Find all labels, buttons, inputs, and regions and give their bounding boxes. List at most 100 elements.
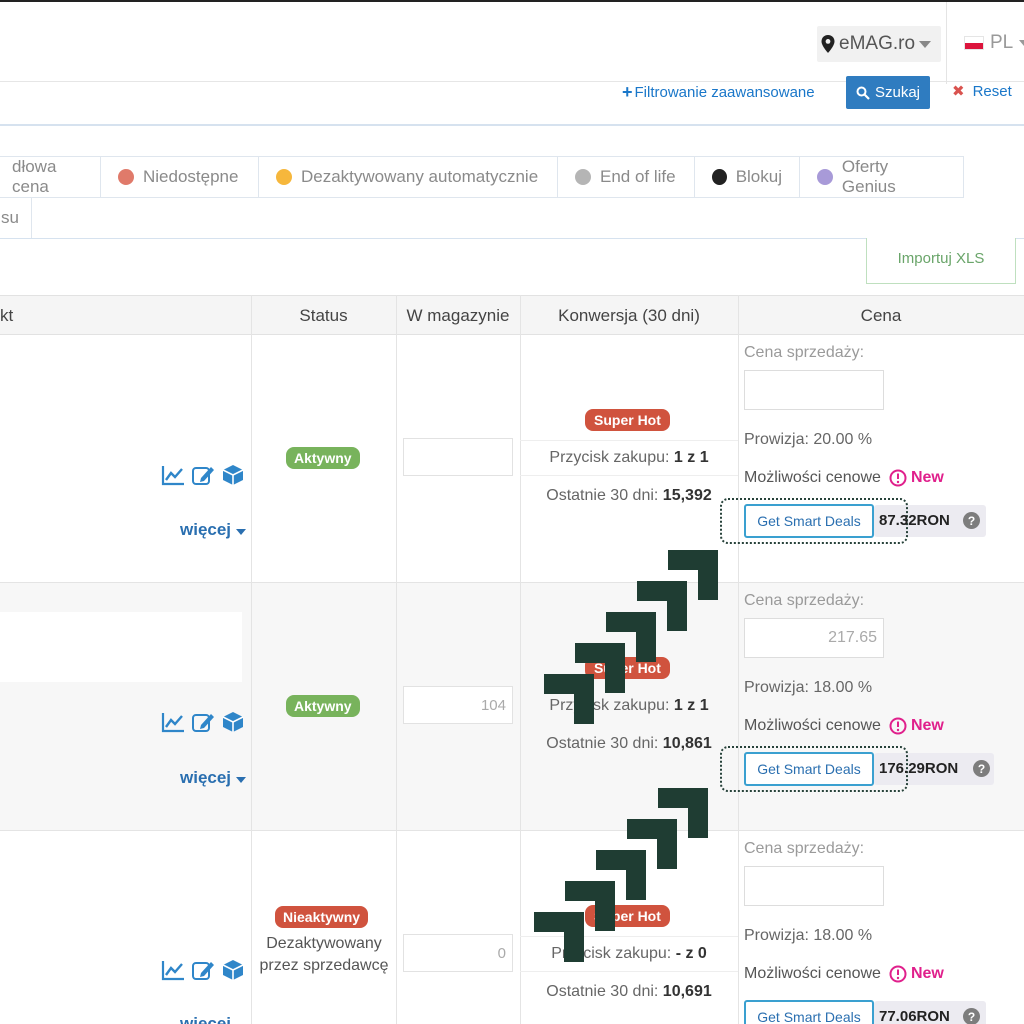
- import-xls-button[interactable]: Importuj XLS: [866, 238, 1016, 284]
- new-label: New: [910, 717, 944, 734]
- package-icon[interactable]: [221, 711, 245, 733]
- sale-price-input[interactable]: [744, 370, 884, 410]
- chevron-down-icon: [919, 40, 932, 48]
- divider: [251, 295, 252, 1024]
- divider: [396, 295, 397, 1024]
- legend-item-auto-deactivated[interactable]: Dezaktywowany automatycznie: [258, 156, 558, 198]
- price-opportunities-label: Możliwości cenowe: [744, 965, 881, 982]
- buy-button-value: - z 0: [675, 945, 707, 962]
- row-actions: [161, 711, 245, 733]
- chart-icon[interactable]: [161, 959, 185, 981]
- sale-price-input[interactable]: [744, 866, 884, 906]
- chart-icon[interactable]: [161, 464, 185, 486]
- help-icon[interactable]: ?: [963, 512, 980, 529]
- poland-flag-icon: [964, 36, 984, 50]
- search-button[interactable]: Szukaj: [846, 76, 930, 109]
- advanced-filter-link[interactable]: + Filtrowanie zaawansowane: [622, 82, 815, 103]
- column-header-status[interactable]: Status: [251, 296, 396, 336]
- column-header-product[interactable]: kt: [0, 296, 251, 336]
- commission: Prowizja: 20.00 %: [744, 431, 873, 448]
- smart-deal-price: 176.29RON: [879, 760, 959, 777]
- smart-deal-price: 87.32RON: [879, 512, 950, 529]
- chart-icon[interactable]: [161, 711, 185, 733]
- stock-input[interactable]: 104: [403, 686, 513, 724]
- legend-item-end-of-life[interactable]: End of life: [557, 156, 695, 198]
- legend-label: Dezaktywowany automatycznie: [301, 167, 539, 186]
- last-30-days-value: 15,392: [662, 487, 712, 504]
- buy-button-share: Przycisk zakupu: - z 0: [520, 936, 738, 972]
- sale-price-label: Cena sprzedaży:: [744, 592, 865, 609]
- legend-item-unavailable[interactable]: Niedostępne: [100, 156, 259, 198]
- column-header-stock[interactable]: W magazynie: [396, 296, 520, 336]
- status-dot-icon: [276, 169, 292, 185]
- divider: [0, 124, 1024, 126]
- divider: [946, 2, 947, 84]
- more-dropdown[interactable]: więcej: [180, 520, 247, 540]
- sale-price-label: Cena sprzedaży:: [744, 840, 865, 857]
- last-30-days-value: 10,691: [662, 983, 712, 1000]
- package-icon[interactable]: [221, 464, 245, 486]
- get-smart-deals-button[interactable]: Get Smart Deals: [744, 752, 874, 786]
- legend-item-regular-price[interactable]: dłowa cena: [0, 156, 101, 198]
- package-icon[interactable]: [221, 959, 245, 981]
- last-30-days-label: Ostatnie 30 dni:: [546, 735, 659, 752]
- buy-button-value: 1 z 1: [673, 449, 709, 466]
- buy-button-value: 1 z 1: [673, 697, 709, 714]
- stock-input[interactable]: 0: [403, 934, 513, 972]
- chevron-down-icon: [1019, 40, 1024, 46]
- get-smart-deals-button[interactable]: Get Smart Deals: [744, 504, 874, 538]
- language-selector[interactable]: PL: [964, 32, 1024, 54]
- edit-icon[interactable]: [191, 959, 215, 981]
- sale-price-label: Cena sprzedaży:: [744, 344, 865, 361]
- commission: Prowizja: 18.00 %: [744, 927, 873, 944]
- column-header-price[interactable]: Cena: [738, 296, 1024, 336]
- new-label: New: [910, 469, 944, 486]
- row-actions: [161, 959, 245, 981]
- more-dropdown[interactable]: więcej: [180, 1014, 231, 1024]
- last-30-days: Ostatnie 30 dni: 10,691: [520, 983, 738, 1001]
- chevron-down-icon: [236, 528, 247, 535]
- legend-item-more[interactable]: su: [0, 197, 32, 239]
- plus-icon: +: [622, 82, 633, 102]
- price-opportunities: Możliwości cenowe New: [744, 965, 944, 983]
- import-xls-label: Importuj XLS: [897, 250, 985, 267]
- price-opportunities: Możliwości cenowe New: [744, 469, 944, 487]
- alert-icon: [889, 469, 907, 487]
- column-header-conversion[interactable]: Konwersja (30 dni): [520, 296, 738, 336]
- get-smart-deals-button[interactable]: Get Smart Deals: [744, 1000, 874, 1024]
- search-icon: [856, 86, 870, 100]
- legend-label: Oferty Genius: [841, 157, 896, 196]
- legend-label: su: [1, 208, 19, 227]
- legend-item-blocked[interactable]: Blokuj: [694, 156, 800, 198]
- help-icon[interactable]: ?: [973, 760, 990, 777]
- alert-icon: [889, 717, 907, 735]
- more-dropdown[interactable]: więcej: [180, 768, 247, 788]
- edit-icon[interactable]: [191, 711, 215, 733]
- status-badge: Aktywny: [286, 695, 360, 717]
- legend-label: Niedostępne: [143, 167, 239, 186]
- status-badge: Aktywny: [286, 447, 360, 469]
- store-selector[interactable]: eMAG.ro: [817, 26, 941, 62]
- smart-deal-price: 77.06RON: [879, 1008, 950, 1024]
- price-opportunities-label: Możliwości cenowe: [744, 469, 881, 486]
- last-30-days-value: 10,861: [662, 735, 712, 752]
- super-hot-badge: Super Hot: [585, 657, 670, 679]
- sale-price-input[interactable]: 217.65: [744, 618, 884, 658]
- last-30-days: Ostatnie 30 dni: 15,392: [520, 487, 738, 505]
- legend-label: End of life: [600, 167, 676, 186]
- buy-button-label: Przycisk zakupu:: [549, 449, 670, 466]
- product-name-placeholder: [0, 612, 242, 682]
- table-header: kt Status W magazynie Konwersja (30 dni)…: [0, 295, 1024, 335]
- last-30-days-label: Ostatnie 30 dni:: [546, 487, 659, 504]
- edit-icon[interactable]: [191, 464, 215, 486]
- more-label: więcej: [180, 520, 232, 539]
- legend-item-genius-offers[interactable]: Oferty Genius: [799, 156, 964, 198]
- help-icon[interactable]: ?: [963, 1008, 980, 1024]
- buy-button-share: Przycisk zakupu: 1 z 1: [520, 697, 738, 715]
- reset-button[interactable]: ✖ Reset: [952, 82, 1012, 101]
- status-dot-icon: [118, 169, 134, 185]
- close-icon: ✖: [952, 83, 965, 100]
- stock-input[interactable]: [403, 438, 513, 476]
- status-badge: Nieaktywny: [275, 906, 369, 928]
- status-dot-icon: [712, 169, 727, 185]
